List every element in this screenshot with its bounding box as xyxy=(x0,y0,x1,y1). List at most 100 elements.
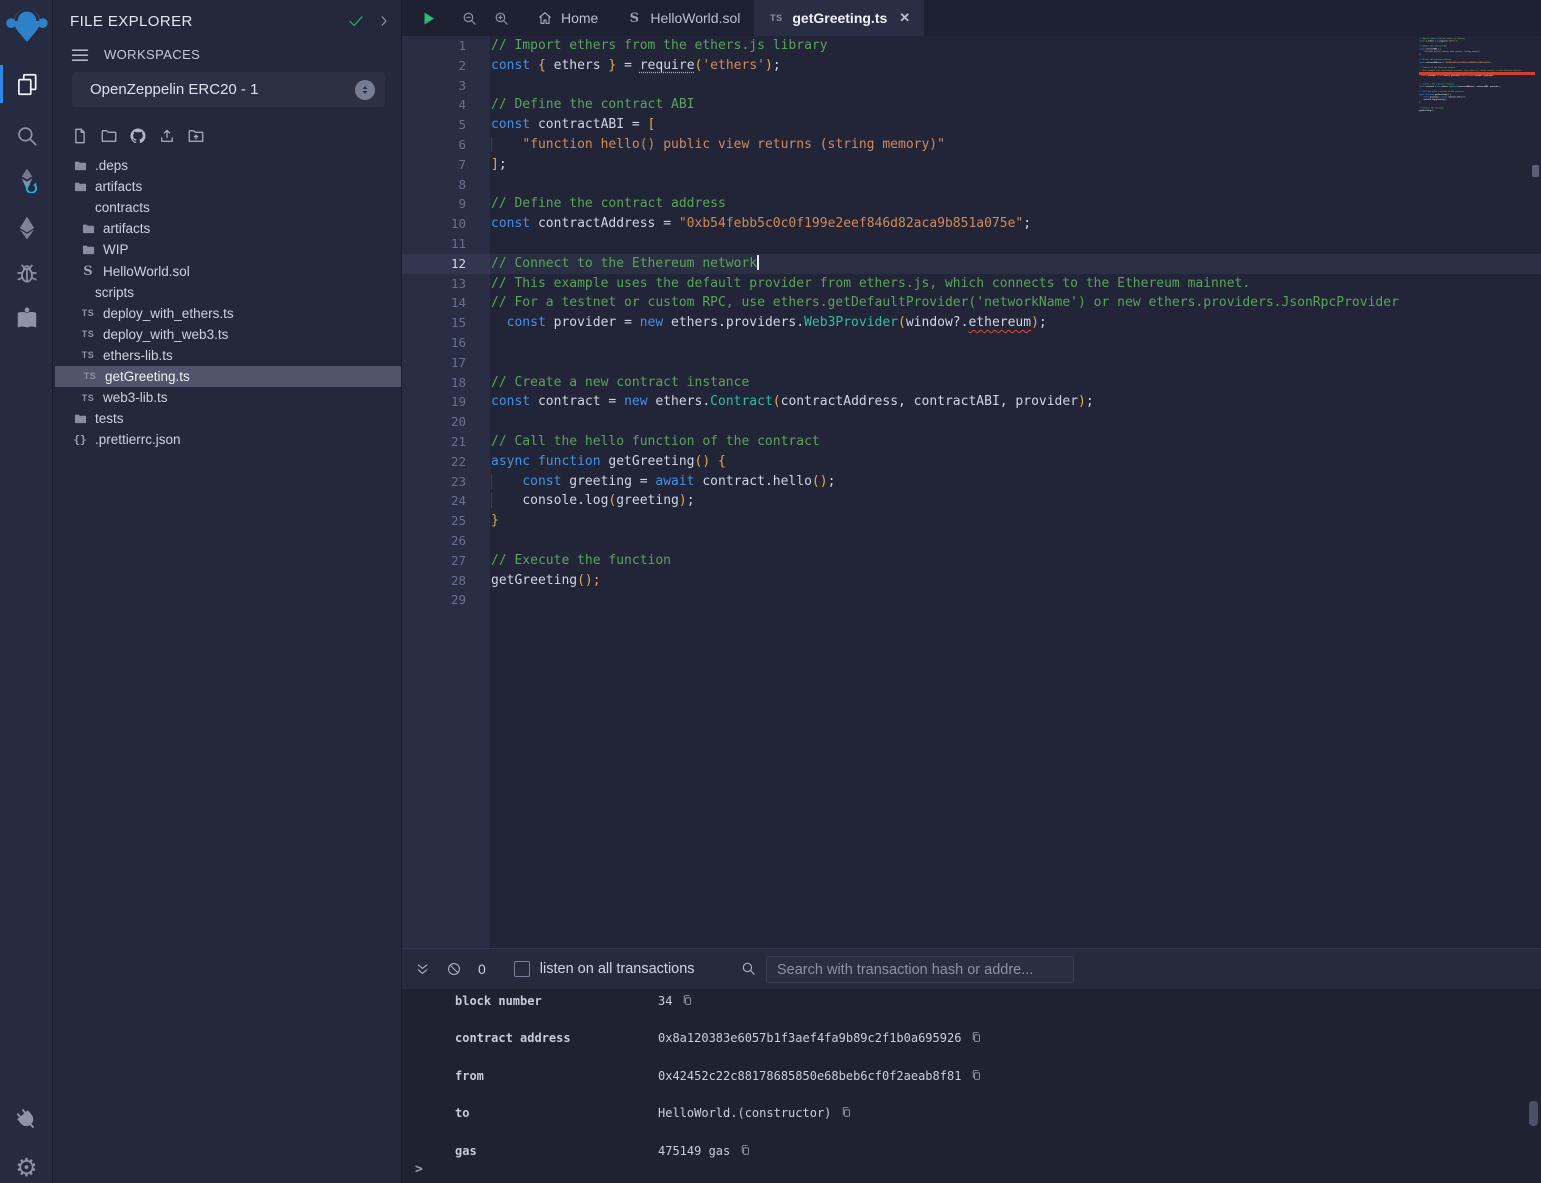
line-number: 2 xyxy=(402,56,466,76)
file-explorer-icon[interactable] xyxy=(0,62,53,106)
folder-icon xyxy=(72,179,88,194)
tree-item-scripts[interactable]: scripts xyxy=(53,282,401,303)
tree-item-web3-lib-ts[interactable]: TSweb3-lib.ts xyxy=(53,387,401,408)
code-line-5: 5const contractABI = [ xyxy=(402,115,1541,135)
tree-item-artifacts[interactable]: artifacts xyxy=(53,176,401,197)
tab-helloworld-sol[interactable]: S HelloWorld.sol xyxy=(612,0,754,36)
line-number: 20 xyxy=(402,412,466,432)
copy-icon[interactable] xyxy=(970,1069,983,1083)
folder-icon xyxy=(72,158,88,173)
minimap-error-marker xyxy=(1419,72,1535,75)
upload-file-icon[interactable] xyxy=(157,126,177,146)
workspace-ok-icon xyxy=(347,12,365,30)
tree-item-deploy-with-ethers-ts[interactable]: TSdeploy_with_ethers.ts xyxy=(53,303,401,324)
tree-item-ethers-lib-ts[interactable]: TSethers-lib.ts xyxy=(53,345,401,366)
copy-icon[interactable] xyxy=(681,994,694,1008)
code-line-15: 15 const provider = new ethers.providers… xyxy=(402,313,1541,333)
code-line-13: 13// This example uses the default provi… xyxy=(402,274,1541,294)
solidity-file-icon: S xyxy=(80,264,96,279)
line-number: 1 xyxy=(402,36,466,56)
tree-item-helloworld-sol[interactable]: SHelloWorld.sol xyxy=(53,260,401,281)
journal-value: HelloWorld.(constructor) xyxy=(658,1106,831,1120)
ts-badge-icon: TS xyxy=(768,10,784,26)
zoom-out-icon[interactable] xyxy=(461,10,478,27)
terminal-search-input[interactable] xyxy=(766,956,1074,983)
tab-getgreeting-ts[interactable]: TSgetGreeting.ts✕ xyxy=(754,0,924,36)
github-icon[interactable] xyxy=(128,126,148,146)
code-line-1: 1// Import ethers from the ethers.js lib… xyxy=(402,36,1541,56)
home-icon xyxy=(537,10,553,26)
learneth-icon[interactable] xyxy=(0,297,53,341)
new-folder-icon[interactable] xyxy=(99,126,119,146)
settings-icon[interactable]: ⚙ xyxy=(0,1146,53,1183)
line-number: 29 xyxy=(402,590,466,610)
tree-item-artifacts[interactable]: artifacts xyxy=(53,218,401,239)
remix-ide-window: ⚙ FILE EXPLORER WORKSPACES OpenZeppelin … xyxy=(0,0,1541,1183)
line-number: 16 xyxy=(402,333,466,353)
zoom-in-icon[interactable] xyxy=(493,10,510,27)
terminal-header: 0 listen on all transactions xyxy=(402,949,1541,989)
line-number: 8 xyxy=(402,175,466,195)
editor-minimap[interactable]: // Import ethers from the ethers.js libr… xyxy=(1419,37,1535,237)
terminal-prompt[interactable]: > xyxy=(415,1162,423,1177)
listen-all-transactions-checkbox[interactable] xyxy=(514,961,530,977)
solidity-compiler-icon[interactable] xyxy=(0,158,53,202)
copy-icon[interactable] xyxy=(739,1144,752,1158)
terminal-collapse-icon[interactable] xyxy=(414,961,431,978)
tree-item-contracts[interactable]: contracts xyxy=(53,197,401,218)
line-number: 23 xyxy=(402,472,466,492)
code-line-29 xyxy=(1419,112,1535,115)
panel-header: FILE EXPLORER xyxy=(70,8,391,34)
code-line-27: 27// Execute the function xyxy=(402,551,1541,571)
code-line-20: 20 xyxy=(402,412,1541,432)
copy-icon[interactable] xyxy=(840,1106,853,1120)
plugin-manager-icon[interactable] xyxy=(0,1098,53,1142)
text-cursor xyxy=(757,255,759,270)
line-number: 15 xyxy=(402,313,466,333)
code-line-6: 6 "function hello() public view returns … xyxy=(402,135,1541,155)
line-number: 28 xyxy=(402,571,466,591)
new-file-icon[interactable] xyxy=(70,126,90,146)
workspaces-row: WORKSPACES xyxy=(70,44,200,64)
tree-item--prettierrc-json[interactable]: {}.prettierrc.json xyxy=(53,429,401,450)
workspace-select[interactable]: OpenZeppelin ERC20 - 1 xyxy=(72,72,385,107)
line-number: 11 xyxy=(402,234,466,254)
search-icon xyxy=(740,960,757,977)
tree-item-tests[interactable]: tests xyxy=(53,408,401,429)
workspace-updown-icon[interactable] xyxy=(355,80,375,100)
line-number: 19 xyxy=(402,392,466,412)
chevron-right-icon[interactable] xyxy=(377,14,391,28)
journal-label: gas xyxy=(455,1144,658,1158)
run-script-button[interactable] xyxy=(419,9,438,28)
tree-item-deploy-with-web3-ts[interactable]: TSdeploy_with_web3.ts xyxy=(53,324,401,345)
code-line-19: 19const contract = new ethers.Contract(c… xyxy=(402,392,1541,412)
journal-row-from: from0x42452c22c88178685850e68beb6cf0f2ae… xyxy=(402,1065,1541,1102)
code-line-23: 23 const greeting = await contract.hello… xyxy=(402,472,1541,492)
debugger-icon[interactable] xyxy=(0,251,53,295)
ts-badge-icon: TS xyxy=(80,327,96,342)
close-tab-icon[interactable]: ✕ xyxy=(899,10,910,26)
tree-item-label: getGreeting.ts xyxy=(105,369,190,384)
hamburger-menu-icon[interactable] xyxy=(70,46,90,62)
code-line-28: 28getGreeting(); xyxy=(402,571,1541,591)
code-editor[interactable]: 1 // Import ethers from the ethers.js lib… xyxy=(402,36,1541,948)
tree-item-getgreeting-ts[interactable]: TSgetGreeting.ts xyxy=(55,366,401,387)
upload-folder-icon[interactable] xyxy=(186,126,206,146)
terminal-scrollbar-thumb[interactable] xyxy=(1529,1101,1538,1126)
copy-icon[interactable] xyxy=(970,1031,983,1045)
code-content[interactable]: 1 // Import ethers from the ethers.js lib… xyxy=(402,36,1541,610)
line-number: 27 xyxy=(402,551,466,571)
tree-item-wip[interactable]: WIP xyxy=(53,239,401,260)
tree-item-label: .prettierrc.json xyxy=(95,432,181,447)
tab-label: HelloWorld.sol xyxy=(650,10,740,26)
search-icon[interactable] xyxy=(0,114,53,158)
tab-home[interactable]: Home xyxy=(523,0,612,36)
tree-item--deps[interactable]: .deps xyxy=(53,155,401,176)
line-number: 4 xyxy=(402,95,466,115)
editor-scrollbar-thumb[interactable] xyxy=(1532,165,1539,177)
solidity-file-icon: S xyxy=(626,10,642,26)
remix-logo-icon[interactable] xyxy=(0,4,53,48)
deploy-run-icon[interactable] xyxy=(0,206,53,250)
line-number: 13 xyxy=(402,274,466,294)
code-line-10: 10const contractAddress = "0xb54febb5c0c… xyxy=(402,214,1541,234)
